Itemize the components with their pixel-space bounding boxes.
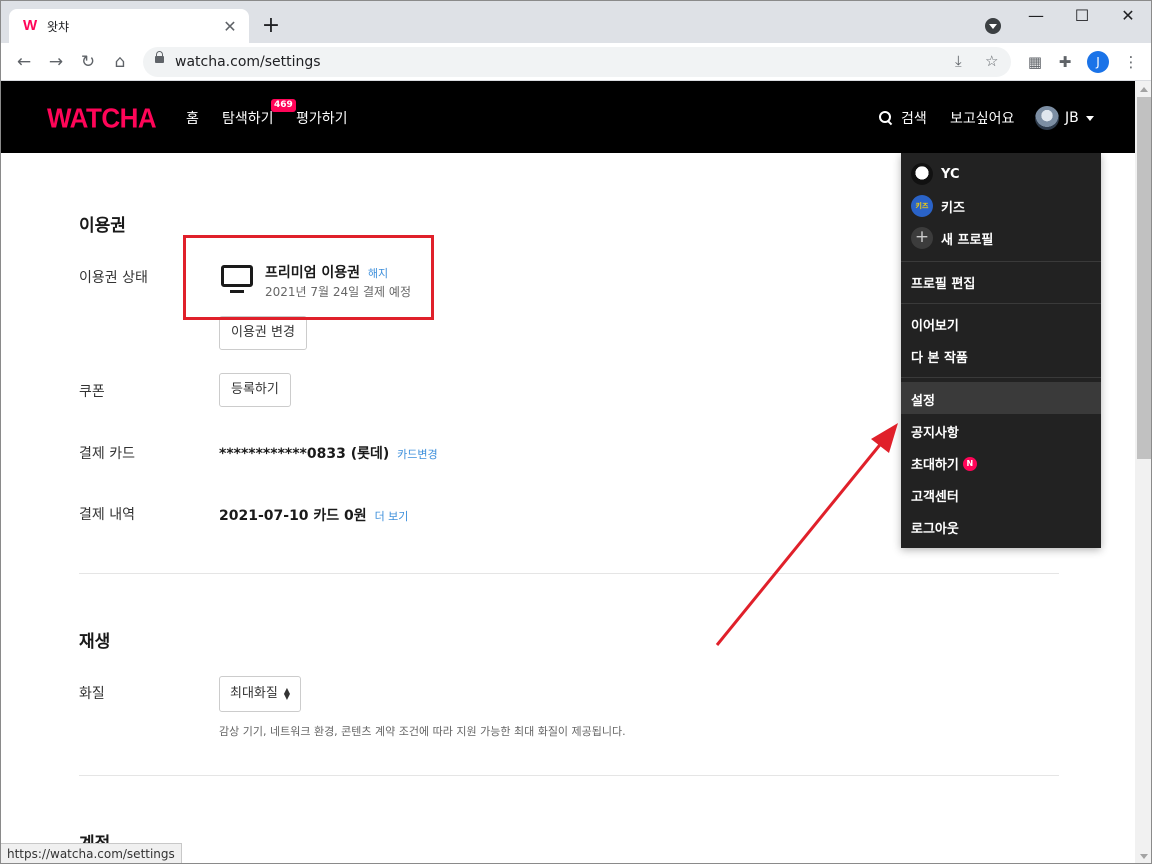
back-button[interactable]: ← xyxy=(12,50,36,74)
url-text: watcha.com/settings xyxy=(175,54,321,70)
new-tab-button[interactable]: + xyxy=(259,12,283,40)
qr-code-icon[interactable]: ▦ xyxy=(1025,52,1045,72)
page-scrollbar[interactable] xyxy=(1135,81,1151,863)
watcha-favicon-icon: W xyxy=(23,17,38,34)
lock-icon[interactable] xyxy=(155,51,164,63)
scroll-up-arrow[interactable] xyxy=(1140,87,1148,92)
tab-title: 왓챠 xyxy=(47,19,70,34)
reload-button[interactable]: ↻ xyxy=(76,50,100,74)
home-button[interactable]: ⌂ xyxy=(108,50,132,74)
minimize-button[interactable]: — xyxy=(1021,5,1051,29)
close-window-button[interactable]: ✕ xyxy=(1113,5,1143,29)
address-bar[interactable]: watcha.com/settings ⤓ ☆ xyxy=(143,47,1011,77)
browser-toolbar: ← → ↻ ⌂ watcha.com/settings ⤓ ☆ xyxy=(1,43,1151,81)
scroll-thumb[interactable] xyxy=(1137,97,1151,459)
page-viewport: WATCHA 홈 탐색하기 469 평가하기 검색 보고싶어요 JB 이용권 이… xyxy=(1,81,1135,863)
maximize-button[interactable]: ☐ xyxy=(1067,5,1097,29)
status-bar-url: https://watcha.com/settings xyxy=(1,843,182,863)
annotation-arrow xyxy=(715,423,898,646)
browser-profile-avatar[interactable]: J xyxy=(1087,51,1109,73)
tab-strip: W 왓챠 ✕ + — ☐ ✕ xyxy=(1,1,1151,43)
browser-window: W 왓챠 ✕ + — ☐ ✕ ← → ↻ ⌂ watcha.com/settin… xyxy=(0,0,1152,864)
bookmark-star-icon[interactable]: ☆ xyxy=(985,52,998,70)
browser-tab[interactable]: W 왓챠 ✕ xyxy=(9,9,249,43)
scroll-down-arrow[interactable] xyxy=(1140,854,1148,859)
arrow-shaft xyxy=(715,440,885,646)
install-app-icon[interactable]: ⤓ xyxy=(955,52,962,70)
tab-search-icon[interactable] xyxy=(985,18,1001,34)
close-tab-icon[interactable]: ✕ xyxy=(221,17,239,36)
forward-button[interactable]: → xyxy=(44,50,68,74)
browser-menu-icon[interactable]: ⋮ xyxy=(1121,52,1141,72)
extensions-puzzle-icon[interactable]: ✚ xyxy=(1055,52,1075,72)
